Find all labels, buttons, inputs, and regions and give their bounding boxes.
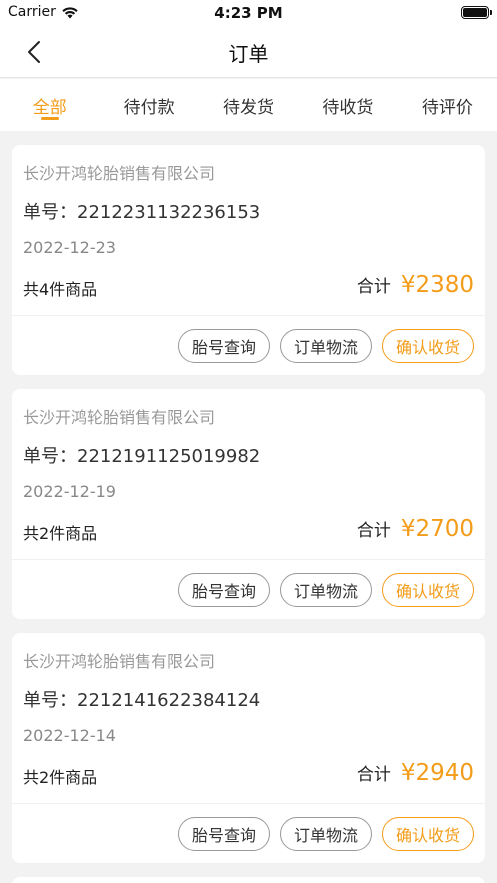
status-bar: Carrier 4:23 PM xyxy=(0,0,497,26)
order-actions: 胎号查询 订单物流 确认收货 xyxy=(177,817,474,851)
confirm-receipt-button[interactable]: 确认收货 xyxy=(381,817,474,851)
total-label: 合计 xyxy=(356,765,391,785)
tire-number-query-button[interactable]: 胎号查询 xyxy=(177,573,270,607)
tab-3[interactable]: 待收货 xyxy=(298,79,397,131)
order-logistics-button[interactable]: 订单物流 xyxy=(279,573,372,607)
tab-label: 待评价 xyxy=(421,98,473,118)
company-name: 长沙开鸿轮胎销售有限公司 xyxy=(23,164,216,183)
order-date: 2022-12-14 xyxy=(23,726,116,745)
order-card[interactable]: 长沙开鸿轮胎销售有限公司单号：2212191125019982 2022-12-1… xyxy=(12,389,485,619)
order-logistics-button[interactable]: 订单物流 xyxy=(279,817,372,851)
total-label: 合计 xyxy=(356,521,391,541)
total-label: 合计 xyxy=(356,277,391,297)
order-number: 单号：2212191125019982 xyxy=(23,446,261,467)
active-tab-indicator xyxy=(40,117,59,120)
navigation-bar: 订单 xyxy=(0,26,497,78)
company-name: 长沙开鸿轮胎销售有限公司 xyxy=(23,652,216,671)
order-date: 2022-12-19 xyxy=(23,482,116,501)
order-date: 2022-12-23 xyxy=(23,238,116,257)
order-status-tabs: 全部 待付款 待发货 待收货 待评价 xyxy=(0,79,497,131)
order-total: 合计 ¥2940 xyxy=(357,760,474,786)
tab-label: 待发货 xyxy=(223,98,275,118)
order-total: 合计 ¥2380 xyxy=(357,272,474,298)
total-amount: ¥2700 xyxy=(400,516,474,542)
page-title: 订单 xyxy=(228,42,269,66)
tab-label: 待收货 xyxy=(322,98,374,118)
order-actions: 胎号查询 订单物流 确认收货 xyxy=(177,329,474,363)
order-number: 单号：2212231132236153 xyxy=(23,202,261,223)
battery-icon xyxy=(461,6,492,19)
order-total: 合计 ¥2700 xyxy=(357,516,474,542)
confirm-receipt-button[interactable]: 确认收货 xyxy=(381,573,474,607)
order-logistics-button[interactable]: 订单物流 xyxy=(279,329,372,363)
divider xyxy=(12,559,485,560)
confirm-receipt-button[interactable]: 确认收货 xyxy=(381,329,474,363)
tab-label: 待付款 xyxy=(123,98,175,118)
tab-2[interactable]: 待发货 xyxy=(199,79,298,131)
total-amount: ¥2940 xyxy=(400,760,474,786)
clock: 4:23 PM xyxy=(214,4,283,22)
item-count: 共4件商品 xyxy=(23,280,98,299)
item-count: 共2件商品 xyxy=(23,524,98,543)
order-card[interactable]: 长沙开鸿轮胎销售有限公司单号：2212231132236153 2022-12-2… xyxy=(12,145,485,375)
order-card-partial[interactable] xyxy=(12,877,485,883)
tab-label: 全部 xyxy=(32,98,67,118)
tire-number-query-button[interactable]: 胎号查询 xyxy=(177,329,270,363)
divider xyxy=(12,803,485,804)
tire-number-query-button[interactable]: 胎号查询 xyxy=(177,817,270,851)
item-count: 共2件商品 xyxy=(23,768,98,787)
order-card[interactable]: 长沙开鸿轮胎销售有限公司单号：2212141622384124 2022-12-1… xyxy=(12,633,485,863)
tab-0[interactable]: 全部 xyxy=(0,79,99,131)
tab-1[interactable]: 待付款 xyxy=(99,79,198,131)
total-amount: ¥2380 xyxy=(400,272,474,298)
company-name: 长沙开鸿轮胎销售有限公司 xyxy=(23,408,216,427)
divider xyxy=(12,315,485,316)
order-number: 单号：2212141622384124 xyxy=(23,690,261,711)
tab-4[interactable]: 待评价 xyxy=(398,79,497,131)
order-list: 长沙开鸿轮胎销售有限公司 单号：2212231132236153 2022-12-2… xyxy=(12,145,485,883)
order-actions: 胎号查询 订单物流 确认收货 xyxy=(177,573,474,607)
